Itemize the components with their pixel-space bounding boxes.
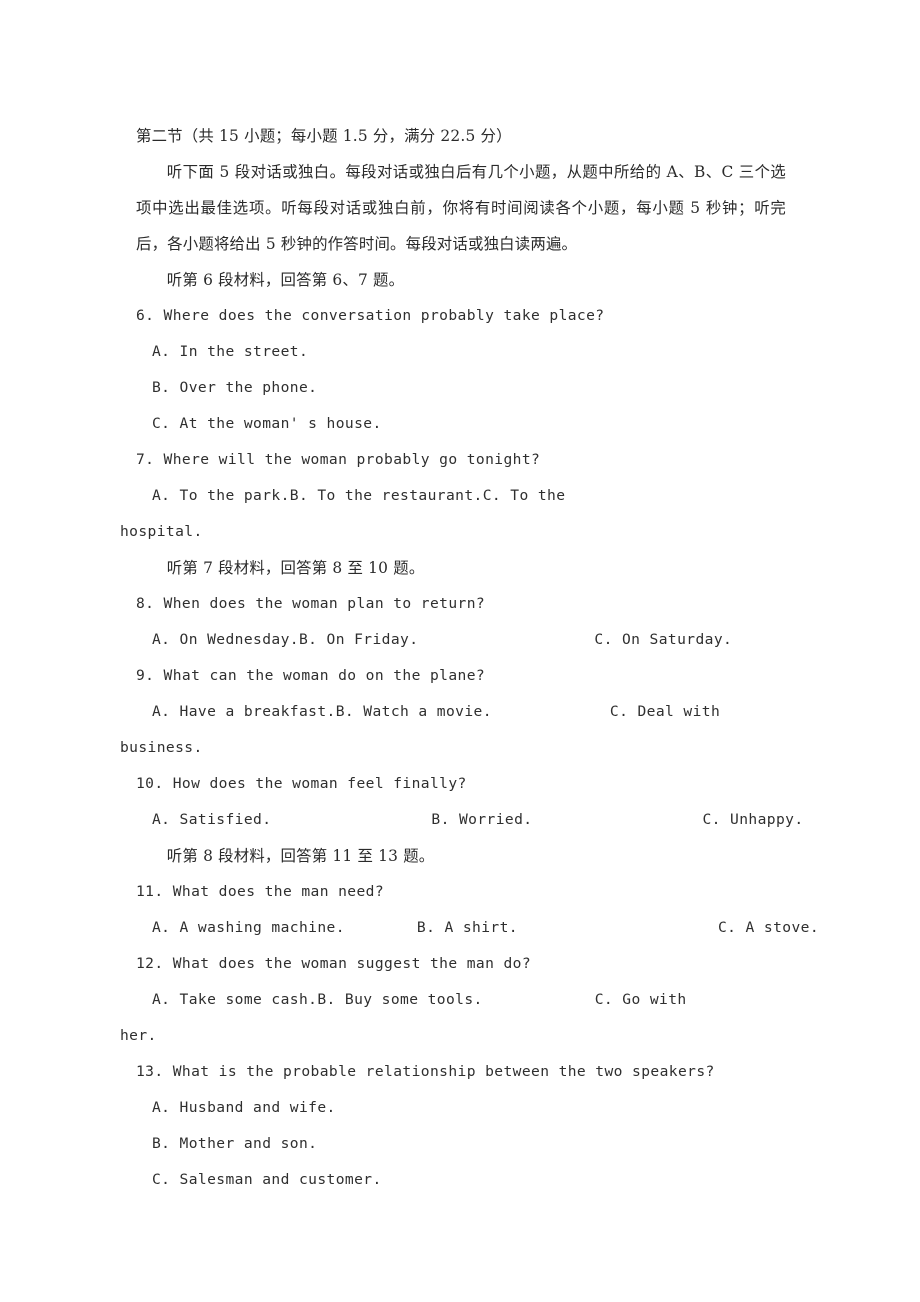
question-6-option-c[interactable]: C. At the woman' s house. bbox=[136, 406, 786, 442]
question-10-stem: 10. How does the woman feel finally? bbox=[136, 775, 467, 792]
question-6-stem: 6. Where does the conversation probably … bbox=[136, 307, 605, 324]
question-13-option-a[interactable]: A. Husband and wife. bbox=[136, 1090, 786, 1126]
question-9-option-a[interactable]: A. Have a breakfast. bbox=[152, 703, 336, 720]
question-7-option-c-head[interactable]: C. To the bbox=[483, 487, 566, 504]
question-9-option-c-tail[interactable]: business. bbox=[120, 730, 786, 766]
question-9-options: A. Have a breakfast.B. Watch a movie. C. … bbox=[136, 694, 786, 730]
question-10-option-b[interactable]: B. Worried. bbox=[431, 811, 532, 828]
question-12-options: A. Take some cash.B. Buy some tools. C. G… bbox=[136, 982, 786, 1018]
question-13-option-b[interactable]: B. Mother and son. bbox=[136, 1126, 786, 1162]
question-11-stem: 11. What does the man need? bbox=[136, 883, 385, 900]
material-notice-7: 听第 7 段材料，回答第 8 至 10 题。 bbox=[166, 559, 425, 577]
question-12-stem: 12. What does the woman suggest the man … bbox=[136, 955, 532, 972]
question-6-option-a[interactable]: A. In the street. bbox=[136, 334, 786, 370]
question-11-option-a[interactable]: A. A washing machine. bbox=[152, 919, 345, 936]
material-notice-8: 听第 8 段材料，回答第 11 至 13 题。 bbox=[166, 847, 435, 865]
question-13-option-c[interactable]: C. Salesman and customer. bbox=[136, 1162, 786, 1198]
question-8-options: A. On Wednesday.B. On Friday. C. On Satur… bbox=[136, 622, 786, 658]
question-9-option-b[interactable]: B. Watch a movie. bbox=[336, 703, 492, 720]
question-8-option-b[interactable]: B. On Friday. bbox=[299, 631, 418, 648]
question-12-option-a[interactable]: A. Take some cash. bbox=[152, 991, 317, 1008]
question-12-option-b[interactable]: B. Buy some tools. bbox=[317, 991, 482, 1008]
question-10-option-c[interactable]: C. Unhappy. bbox=[702, 811, 803, 828]
question-7-stem: 7. Where will the woman probably go toni… bbox=[136, 451, 541, 468]
question-7-option-a[interactable]: A. To the park. bbox=[152, 487, 290, 504]
question-8-option-c[interactable]: C. On Saturday. bbox=[594, 631, 732, 648]
question-8-option-a[interactable]: A. On Wednesday. bbox=[152, 631, 299, 648]
listening-instructions: 听下面 5 段对话或独白。每段对话或独白后有几个小题，从题中所给的 A、B、C … bbox=[136, 163, 786, 253]
page-content: 第二节（共 15 小题；每小题 1.5 分，满分 22.5 分） 听下面 5 段… bbox=[120, 118, 819, 1198]
question-11-options: A. A washing machine. B. A shirt. C. A sto… bbox=[136, 910, 819, 946]
question-11-option-b[interactable]: B. A shirt. bbox=[417, 919, 518, 936]
section-header: 第二节（共 15 小题；每小题 1.5 分，满分 22.5 分） bbox=[136, 127, 512, 145]
question-7-options: A. To the park.B. To the restaurant.C. T… bbox=[136, 478, 786, 514]
question-7-option-c-tail[interactable]: hospital. bbox=[120, 514, 786, 550]
question-10-option-a[interactable]: A. Satisfied. bbox=[152, 811, 271, 828]
material-notice-6: 听第 6 段材料，回答第 6、7 题。 bbox=[166, 271, 405, 289]
question-13-stem: 13. What is the probable relationship be… bbox=[136, 1063, 715, 1080]
question-9-stem: 9. What can the woman do on the plane? bbox=[136, 667, 486, 684]
question-7-option-b[interactable]: B. To the restaurant. bbox=[290, 487, 483, 504]
question-11-option-c[interactable]: C. A stove. bbox=[718, 919, 819, 936]
question-10-options: A. Satisfied. B. Worried. C. Unhappy. bbox=[136, 802, 803, 838]
question-12-option-c-tail[interactable]: her. bbox=[120, 1018, 786, 1054]
question-12-option-c-head[interactable]: C. Go with bbox=[595, 991, 687, 1008]
question-6-option-b[interactable]: B. Over the phone. bbox=[136, 370, 786, 406]
question-8-stem: 8. When does the woman plan to return? bbox=[136, 595, 486, 612]
exam-page: 第二节（共 15 小题；每小题 1.5 分，满分 22.5 分） 听下面 5 段… bbox=[0, 0, 920, 1302]
question-9-option-c-head[interactable]: C. Deal with bbox=[610, 703, 720, 720]
